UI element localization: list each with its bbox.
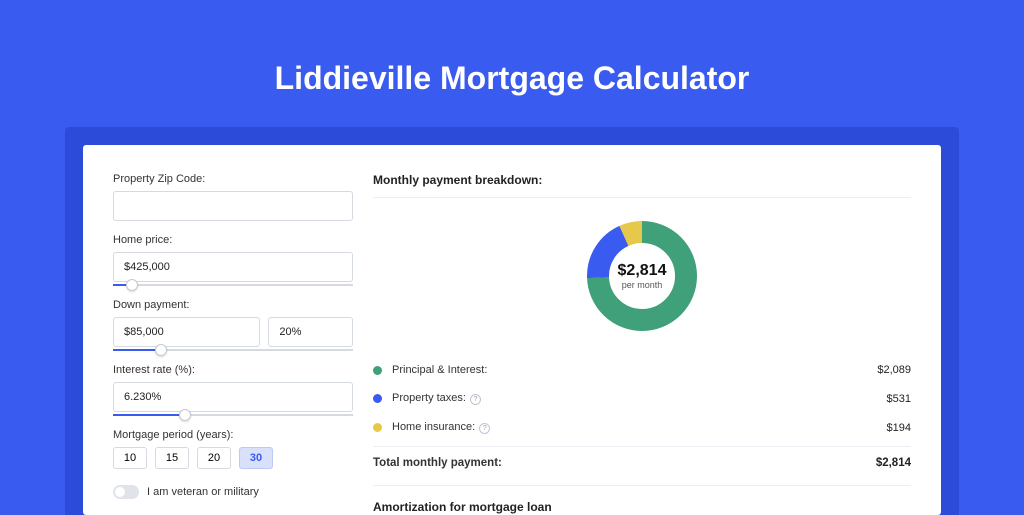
legend-row: Property taxes:?$531	[373, 384, 911, 413]
period-button-15[interactable]: 15	[155, 447, 189, 469]
legend-value: $194	[887, 422, 911, 434]
veteran-row: I am veteran or military	[113, 485, 353, 499]
breakdown-panel: Monthly payment breakdown: $2,814 per mo…	[373, 173, 911, 515]
donut-chart-wrap: $2,814 per month	[373, 210, 911, 350]
legend-row: Home insurance:?$194	[373, 413, 911, 442]
info-icon[interactable]: ?	[479, 423, 490, 434]
legend: Principal & Interest:$2,089Property taxe…	[373, 356, 911, 442]
veteran-label: I am veteran or military	[147, 486, 259, 498]
legend-value: $2,089	[877, 364, 911, 376]
interest-slider[interactable]	[113, 414, 353, 416]
legend-dot-icon	[373, 423, 382, 432]
down-payment-pct-input[interactable]	[268, 317, 353, 347]
donut-total: $2,814	[618, 262, 667, 280]
veteran-toggle[interactable]	[113, 485, 139, 499]
zip-input[interactable]	[113, 191, 353, 221]
zip-field: Property Zip Code:	[113, 173, 353, 221]
legend-label: Principal & Interest:	[392, 364, 877, 376]
legend-label: Property taxes:?	[392, 392, 887, 405]
inputs-panel: Property Zip Code: Home price: Down paym…	[113, 173, 353, 515]
zip-label: Property Zip Code:	[113, 173, 353, 185]
period-button-20[interactable]: 20	[197, 447, 231, 469]
info-icon[interactable]: ?	[470, 394, 481, 405]
donut-chart: $2,814 per month	[582, 216, 702, 336]
total-value: $2,814	[876, 457, 911, 469]
total-label: Total monthly payment:	[373, 457, 876, 469]
down-payment-field: Down payment:	[113, 299, 353, 351]
page-title: Liddieville Mortgage Calculator	[0, 60, 1024, 97]
home-price-input[interactable]	[113, 252, 353, 282]
breakdown-title: Monthly payment breakdown:	[373, 173, 911, 187]
legend-dot-icon	[373, 394, 382, 403]
legend-dot-icon	[373, 366, 382, 375]
period-label: Mortgage period (years):	[113, 429, 353, 441]
home-price-slider[interactable]	[113, 284, 353, 286]
period-field: Mortgage period (years): 10 15 20 30	[113, 429, 353, 469]
donut-sublabel: per month	[622, 280, 663, 290]
period-button-30[interactable]: 30	[239, 447, 273, 469]
legend-label: Home insurance:?	[392, 421, 887, 434]
total-row: Total monthly payment: $2,814	[373, 446, 911, 481]
card-backdrop: Property Zip Code: Home price: Down paym…	[65, 127, 959, 515]
interest-input[interactable]	[113, 382, 353, 412]
divider	[373, 197, 911, 198]
down-payment-label: Down payment:	[113, 299, 353, 311]
home-price-label: Home price:	[113, 234, 353, 246]
down-payment-slider[interactable]	[113, 349, 353, 351]
legend-value: $531	[887, 393, 911, 405]
home-price-field: Home price:	[113, 234, 353, 286]
donut-center: $2,814 per month	[582, 216, 702, 336]
period-button-10[interactable]: 10	[113, 447, 147, 469]
interest-label: Interest rate (%):	[113, 364, 353, 376]
hero-banner: Liddieville Mortgage Calculator	[0, 0, 1024, 127]
down-payment-input[interactable]	[113, 317, 260, 347]
amortization-section: Amortization for mortgage loan Amortizat…	[373, 485, 911, 515]
legend-row: Principal & Interest:$2,089	[373, 356, 911, 384]
interest-field: Interest rate (%):	[113, 364, 353, 416]
calculator-card: Property Zip Code: Home price: Down paym…	[83, 145, 941, 515]
